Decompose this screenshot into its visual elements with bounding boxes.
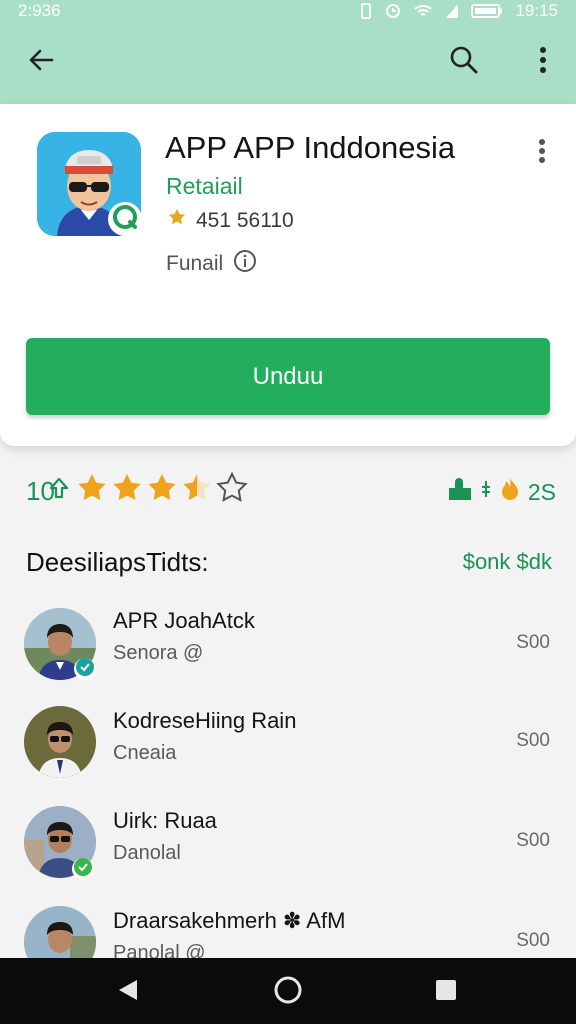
nav-back-button[interactable] (110, 974, 146, 1010)
status-bar: 2:936 19:15 (0, 0, 576, 22)
star-empty-icon (216, 472, 248, 502)
developer-name: Uirk: Ruaa (113, 808, 217, 833)
battery-icon (471, 3, 503, 19)
developer-name: APR JoahAtck (113, 608, 255, 633)
signal-icon (445, 3, 459, 19)
developers-section-header: DeesiliapsTidts: $onk $dk (26, 547, 552, 579)
nav-back-icon (117, 978, 139, 1007)
vibrate-icon (359, 3, 373, 19)
app-verified-badge (108, 202, 142, 236)
section-see-all-link[interactable]: $onk $dk (463, 549, 552, 575)
alarm-icon (385, 3, 401, 19)
search-icon (449, 45, 479, 80)
rating-stars (76, 472, 248, 504)
star-full-icon (148, 474, 176, 500)
hash-icon (480, 479, 492, 505)
rating-count: 10 (26, 476, 69, 507)
puzzle-icon (446, 476, 474, 508)
rating-row: 10 2S (26, 472, 556, 512)
wifi-icon (413, 3, 433, 19)
status-clock: 19:15 (515, 1, 558, 20)
app-status: Funail (166, 249, 257, 279)
system-nav-bar (0, 958, 576, 1024)
verified-icon (112, 204, 138, 235)
verified-badge (74, 657, 96, 682)
rating-up-icon (49, 476, 69, 507)
nav-home-button[interactable] (270, 974, 306, 1010)
check-badge-icon (73, 857, 93, 882)
app-title: APP APP Inddonesia (165, 130, 456, 165)
back-button[interactable] (19, 40, 63, 84)
info-icon[interactable] (233, 249, 257, 279)
star-half-icon (183, 474, 211, 500)
developer-price: S00 (516, 930, 550, 951)
developer-name: KodreseHiing Rain (113, 708, 297, 733)
list-item[interactable]: KodreseHiing Rain Cneaia S00 (0, 698, 576, 798)
rating-right-value: 2S (527, 478, 556, 505)
app-bar (0, 22, 576, 104)
app-more-button[interactable] (530, 138, 554, 168)
verified-badge (72, 857, 94, 882)
list-item[interactable]: Uirk: Ruaa Danolal S00 (0, 798, 576, 898)
developer-price: S00 (516, 730, 550, 751)
app-status-label: Funail (166, 252, 224, 275)
developer-role: Cneaia (113, 742, 177, 764)
avatar (24, 706, 96, 778)
developer-name: Draarsakehmerh ✽ AfM (113, 908, 346, 933)
developer-role: Danolal (113, 842, 181, 864)
rating-summary: 2S (446, 476, 556, 508)
install-button[interactable]: Unduu (26, 338, 550, 415)
more-vert-icon (539, 46, 547, 79)
more-vert-icon (538, 138, 546, 168)
check-badge-icon (75, 657, 95, 682)
app-info-card: APP APP Inddonesia Retaiail 451 56110 Fu… (0, 104, 576, 446)
search-button[interactable] (442, 40, 486, 84)
app-stats-value: 451 56110 (196, 209, 294, 232)
section-title: DeesiliapsTidts: (26, 547, 209, 577)
status-icons: 19:15 (359, 1, 558, 21)
overflow-menu-button[interactable] (521, 40, 565, 84)
developer-price: S00 (516, 632, 550, 653)
star-full-icon (78, 474, 106, 500)
nav-recents-icon (435, 979, 457, 1006)
status-time: 2:936 (18, 1, 61, 20)
back-arrow-icon (27, 46, 55, 79)
developer-role: Senora @ (113, 642, 204, 664)
star-full-icon (113, 474, 141, 500)
nav-recents-button[interactable] (428, 974, 464, 1010)
list-item[interactable]: APR JoahAtck Senora @ S00 (0, 598, 576, 698)
flame-icon (498, 476, 522, 508)
developer-price: S00 (516, 830, 550, 851)
app-stats: 451 56110 (166, 207, 294, 235)
award-icon (166, 207, 188, 235)
app-category-link[interactable]: Retaiail (166, 173, 243, 200)
nav-home-icon (273, 975, 303, 1010)
